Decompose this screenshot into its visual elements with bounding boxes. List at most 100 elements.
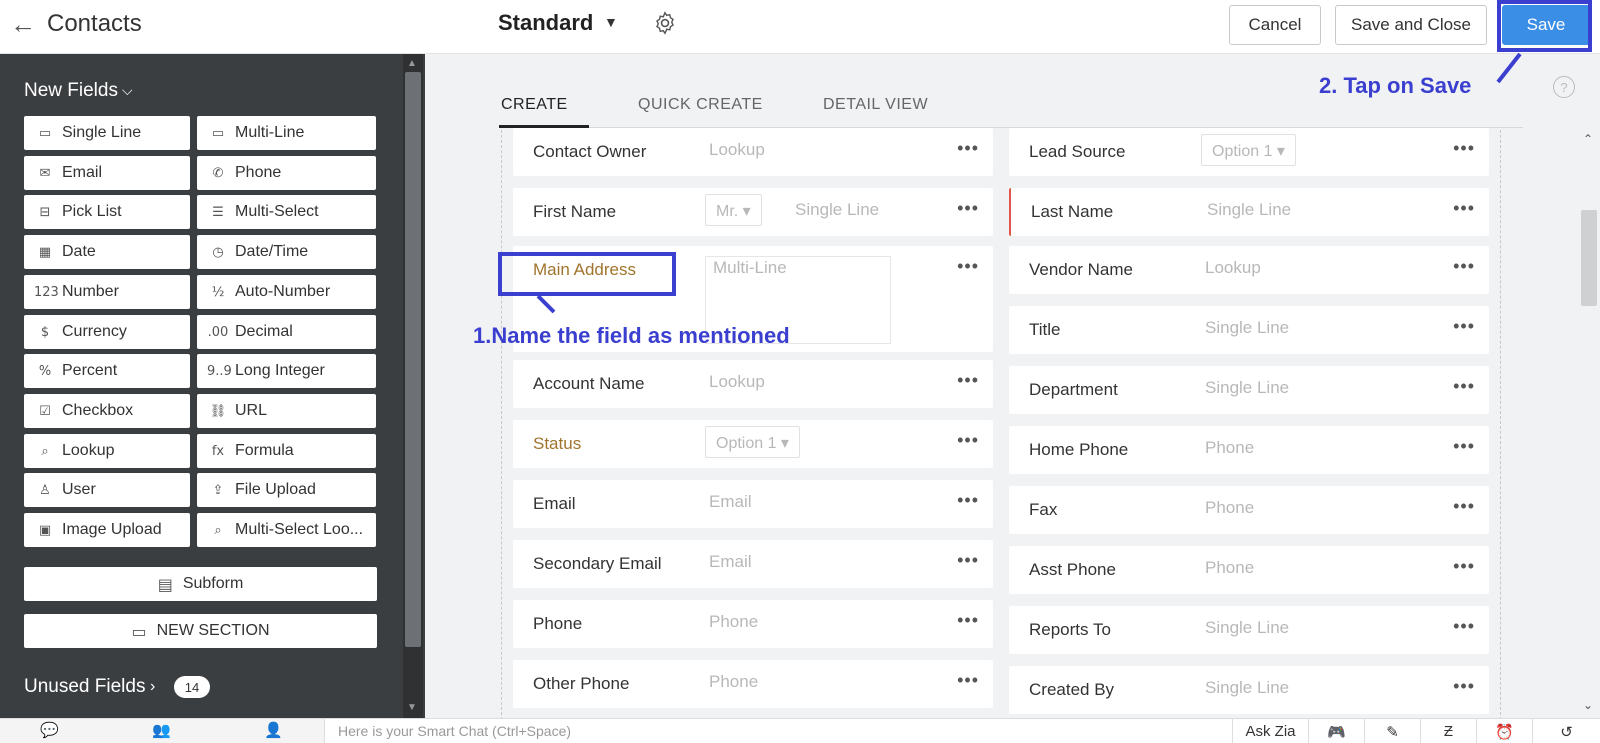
more-options-icon[interactable]: ••• bbox=[1453, 256, 1475, 277]
more-options-icon[interactable]: ••• bbox=[1453, 676, 1475, 697]
field-label[interactable]: Created By bbox=[1029, 680, 1114, 700]
field-type-date[interactable]: ▦ Date bbox=[24, 235, 190, 269]
more-options-icon[interactable]: ••• bbox=[957, 670, 979, 691]
field-type-single-line[interactable]: ▭ Single Line bbox=[24, 116, 190, 150]
field-label[interactable]: Department bbox=[1029, 380, 1118, 400]
more-options-icon[interactable]: ••• bbox=[957, 550, 979, 571]
more-options-icon[interactable]: ••• bbox=[1453, 138, 1475, 159]
field-row-email[interactable]: Email Email ••• bbox=[513, 480, 993, 528]
more-options-icon[interactable]: ••• bbox=[1453, 316, 1475, 337]
more-options-icon[interactable]: ••• bbox=[1453, 556, 1475, 577]
field-row-first-name[interactable]: First Name Mr. ▾ Single Line ••• bbox=[513, 188, 993, 236]
field-type-phone[interactable]: ✆ Phone bbox=[197, 156, 376, 190]
field-row-title[interactable]: Title Single Line ••• bbox=[1009, 306, 1489, 354]
more-options-icon[interactable]: ••• bbox=[957, 610, 979, 631]
field-label[interactable]: Contact Owner bbox=[533, 142, 646, 162]
field-row-created-by[interactable]: Created By Single Line ••• bbox=[1009, 666, 1489, 714]
field-label[interactable]: Last Name bbox=[1031, 202, 1113, 222]
field-label[interactable]: Fax bbox=[1029, 500, 1057, 520]
field-type-user[interactable]: ♙ User bbox=[24, 473, 190, 507]
field-row-asst-phone[interactable]: Asst Phone Phone ••• bbox=[1009, 546, 1489, 594]
unused-fields-toggle[interactable]: Unused Fields bbox=[24, 676, 145, 698]
field-type-long-integer[interactable]: 9..9 Long Integer bbox=[197, 354, 376, 388]
canvas-scroll-thumb[interactable] bbox=[1581, 210, 1597, 306]
field-row-vendor-name[interactable]: Vendor Name Lookup ••• bbox=[1009, 246, 1489, 294]
more-options-icon[interactable]: ••• bbox=[1453, 436, 1475, 457]
field-label[interactable]: Other Phone bbox=[533, 674, 629, 694]
field-type-lookup[interactable]: ⌕ Lookup bbox=[24, 434, 190, 468]
more-options-icon[interactable]: ••• bbox=[1453, 616, 1475, 637]
field-row-lead-source[interactable]: Lead Source Option 1 ▾ ••• bbox=[1009, 128, 1489, 176]
field-type-decimal[interactable]: .00 Decimal bbox=[197, 315, 376, 349]
help-icon[interactable]: ? bbox=[1553, 76, 1575, 98]
more-options-icon[interactable]: ••• bbox=[957, 490, 979, 511]
scroll-up-icon[interactable]: ⌃ bbox=[1583, 132, 1593, 146]
field-type-multi-select[interactable]: ☰ Multi-Select bbox=[197, 195, 376, 229]
sidebar-scrollbar[interactable]: ▲ ▼ bbox=[403, 54, 423, 718]
field-type-multi-line[interactable]: ▭ Multi-Line bbox=[197, 116, 376, 150]
field-label[interactable]: Phone bbox=[533, 614, 582, 634]
more-options-icon[interactable]: ••• bbox=[957, 430, 979, 451]
field-row-fax[interactable]: Fax Phone ••• bbox=[1009, 486, 1489, 534]
scroll-down-icon[interactable]: ▼ bbox=[407, 702, 417, 713]
sidebar-scroll-thumb[interactable] bbox=[405, 72, 421, 647]
more-options-icon[interactable]: ••• bbox=[1453, 198, 1475, 219]
canvas-scrollbar[interactable]: ⌃ ⌄ bbox=[1579, 130, 1597, 718]
field-row-department[interactable]: Department Single Line ••• bbox=[1009, 366, 1489, 414]
field-type-date-time[interactable]: ◷ Date/Time bbox=[197, 235, 376, 269]
field-label[interactable]: Home Phone bbox=[1029, 440, 1128, 460]
more-options-icon[interactable]: ••• bbox=[957, 256, 979, 277]
notes-icon[interactable]: ✎ bbox=[1364, 719, 1420, 743]
field-type-pick-list[interactable]: ⊟ Pick List bbox=[24, 195, 190, 229]
field-type-percent[interactable]: % Percent bbox=[24, 354, 190, 388]
gamepad-icon[interactable]: 🎮 bbox=[1308, 719, 1364, 743]
tab-quick-create[interactable]: QUICK CREATE bbox=[638, 96, 763, 114]
history-icon[interactable]: ↺ bbox=[1532, 719, 1600, 743]
more-options-icon[interactable]: ••• bbox=[957, 198, 979, 219]
scroll-up-icon[interactable]: ▲ bbox=[407, 58, 417, 69]
field-row-contact-owner[interactable]: Contact Owner Lookup ••• bbox=[513, 128, 993, 176]
new-section-button[interactable]: ▭ NEW SECTION bbox=[24, 614, 377, 648]
field-type-multi-select-loo[interactable]: ⌕ Multi-Select Loo... bbox=[197, 513, 376, 547]
field-dropdown[interactable]: Mr. ▾ bbox=[705, 194, 762, 226]
field-label[interactable]: Email bbox=[533, 494, 576, 514]
arrow-left-icon[interactable]: ← bbox=[10, 11, 36, 37]
field-label[interactable]: Vendor Name bbox=[1029, 260, 1133, 280]
field-type-file-upload[interactable]: ⇪ File Upload bbox=[197, 473, 376, 507]
alarm-icon[interactable]: ⏰ bbox=[1476, 719, 1532, 743]
cancel-button[interactable]: Cancel bbox=[1229, 5, 1321, 45]
field-label[interactable]: Secondary Email bbox=[533, 554, 662, 574]
field-type-number[interactable]: 123 Number bbox=[24, 275, 190, 309]
chevron-right-icon[interactable]: › bbox=[150, 678, 155, 696]
caret-down-icon[interactable]: ▼ bbox=[604, 14, 618, 30]
field-row-home-phone[interactable]: Home Phone Phone ••• bbox=[1009, 426, 1489, 474]
field-dropdown[interactable]: Option 1 ▾ bbox=[705, 426, 800, 458]
ask-zia-button[interactable]: Ask Zia bbox=[1232, 719, 1308, 743]
field-label[interactable]: Lead Source bbox=[1029, 142, 1125, 162]
smart-chat-input[interactable]: Here is your Smart Chat (Ctrl+Space) bbox=[338, 723, 571, 739]
field-type-currency[interactable]: $ Currency bbox=[24, 315, 190, 349]
chevron-down-icon[interactable]: ⌵ bbox=[122, 82, 133, 99]
field-label[interactable]: First Name bbox=[533, 202, 616, 222]
chats-icon[interactable]: 💬 bbox=[40, 721, 59, 739]
field-row-reports-to[interactable]: Reports To Single Line ••• bbox=[1009, 606, 1489, 654]
field-label[interactable]: Title bbox=[1029, 320, 1061, 340]
new-fields-heading[interactable]: New Fields bbox=[24, 80, 118, 102]
field-row-last-name[interactable]: Last Name Single Line ••• bbox=[1009, 188, 1489, 236]
subform-button[interactable]: ▤ Subform bbox=[24, 567, 377, 601]
save-and-close-button[interactable]: Save and Close bbox=[1335, 5, 1487, 45]
scroll-down-icon[interactable]: ⌄ bbox=[1583, 698, 1593, 712]
more-options-icon[interactable]: ••• bbox=[1453, 376, 1475, 397]
field-label[interactable]: Account Name bbox=[533, 374, 645, 394]
zia-icon[interactable]: Ƶ bbox=[1420, 719, 1476, 743]
field-label[interactable]: Asst Phone bbox=[1029, 560, 1116, 580]
layout-selector[interactable]: Standard bbox=[498, 10, 593, 36]
tab-detail-view[interactable]: DETAIL VIEW bbox=[823, 96, 928, 114]
contacts-icon[interactable]: 👤 bbox=[264, 721, 283, 739]
more-options-icon[interactable]: ••• bbox=[957, 138, 979, 159]
field-type-formula[interactable]: fx Formula bbox=[197, 434, 376, 468]
field-label[interactable]: Status bbox=[533, 434, 581, 454]
field-row-phone[interactable]: Phone Phone ••• bbox=[513, 600, 993, 648]
more-options-icon[interactable]: ••• bbox=[1453, 496, 1475, 517]
field-type-auto-number[interactable]: ½ Auto-Number bbox=[197, 275, 376, 309]
